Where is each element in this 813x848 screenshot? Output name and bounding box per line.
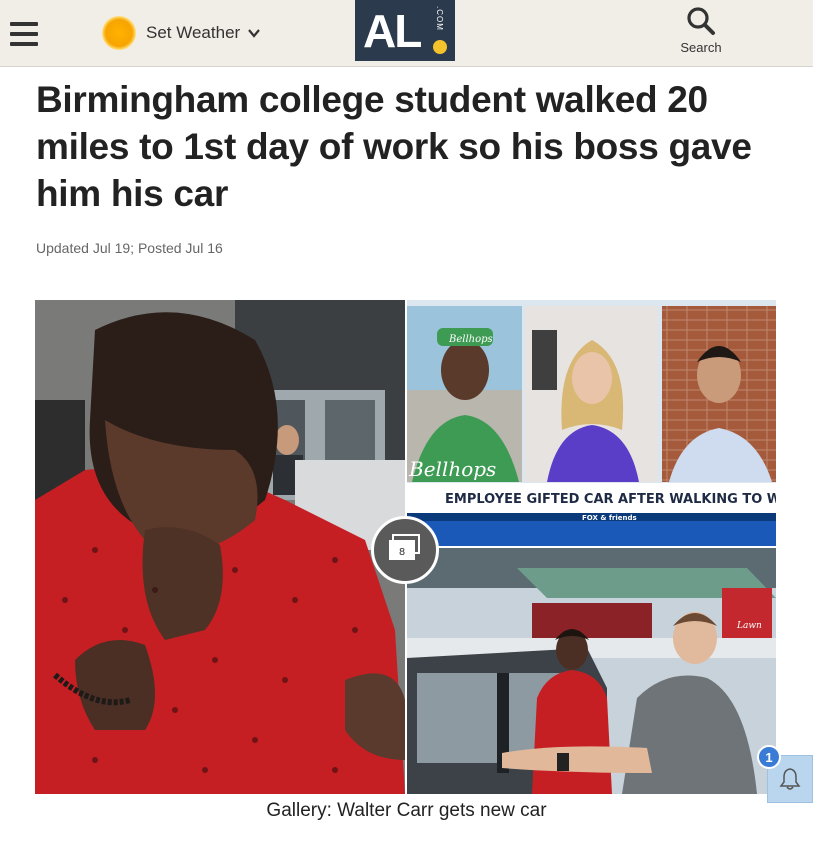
logo-suffix: .COM — [435, 6, 444, 31]
search-icon — [687, 7, 715, 35]
cap-text: Bellhops — [448, 334, 493, 345]
student-photo-image — [35, 300, 405, 794]
menu-bar — [10, 22, 38, 26]
tv-chyron-text: EMPLOYEE GIFTED CAR AFTER WALKING TO WOR… — [445, 492, 776, 507]
sun-icon — [102, 16, 136, 50]
shirt-text: Bellhops — [408, 457, 496, 481]
gallery-photo-car-handover[interactable]: Lawn — [407, 548, 776, 794]
weather-label: Set Weather — [146, 23, 241, 42]
search-button[interactable]: Search — [676, 6, 726, 62]
site-header: Set Weather AL .COM Search — [0, 0, 813, 67]
al-com-logo[interactable]: AL .COM — [355, 0, 455, 61]
tv-network-text: FOX & friends — [582, 514, 637, 522]
menu-bar — [10, 32, 38, 36]
chevron-down-icon — [248, 29, 261, 38]
hamburger-menu-button[interactable] — [10, 22, 40, 52]
gallery-count-text: 8 — [399, 547, 405, 558]
notification-count-badge: 1 — [757, 745, 781, 769]
photo-gallery[interactable]: Bellhops Bellhops EMPLOYEE GIFTED CAR AF… — [35, 300, 776, 794]
sign-text: Lawn — [736, 621, 762, 631]
logo-text: AL — [363, 4, 422, 57]
gallery-caption[interactable]: Gallery: Walter Carr gets new car — [0, 800, 813, 822]
tv-segment-image: Bellhops Bellhops EMPLOYEE GIFTED CAR AF… — [407, 300, 776, 546]
bell-icon — [779, 768, 801, 790]
menu-bar — [10, 42, 38, 46]
article-headline: Birmingham college student walked 20 mil… — [36, 79, 752, 214]
set-weather-button[interactable]: Set Weather — [102, 14, 261, 52]
gallery-photo-tv-segment[interactable]: Bellhops Bellhops EMPLOYEE GIFTED CAR AF… — [407, 300, 776, 546]
gallery-count-badge[interactable]: 8 — [371, 516, 439, 584]
logo-dot — [433, 40, 447, 54]
search-label: Search — [680, 40, 722, 55]
gallery-photo-student[interactable] — [35, 300, 405, 794]
car-handover-image: Lawn — [407, 548, 776, 794]
article-dateline: Updated Jul 19; Posted Jul 16 — [36, 240, 223, 256]
gallery-stack-icon: 8 — [389, 534, 420, 560]
